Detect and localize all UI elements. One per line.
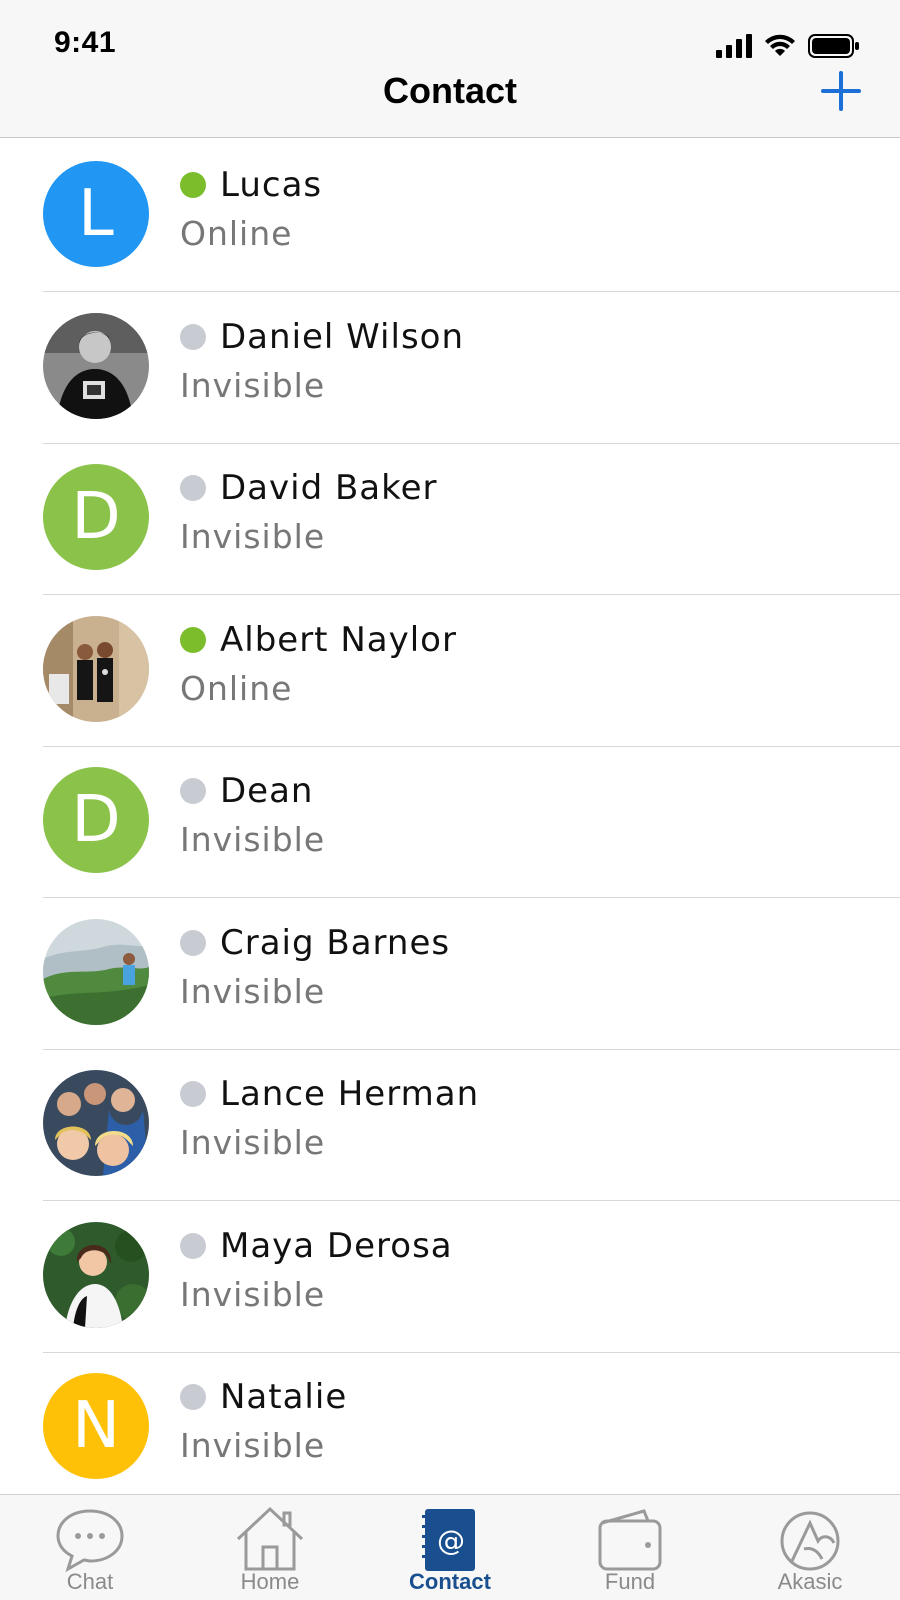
contact-book-icon: @ (422, 1509, 475, 1571)
presence-dot (180, 1232, 206, 1259)
tab-contact[interactable]: @ Contact (360, 1495, 540, 1600)
tab-chat[interactable]: Chat (0, 1495, 180, 1600)
avatar-initial: L (78, 177, 114, 251)
contact-status: Invisible (180, 820, 326, 859)
battery-icon (808, 34, 859, 58)
presence-dot (180, 626, 206, 653)
contact-row[interactable]: Daniel Wilson Invisible (0, 290, 900, 444)
contact-status: Invisible (180, 1123, 326, 1162)
svg-text:@: @ (437, 1524, 465, 1557)
navigation-bar: 9:41 Contact (0, 0, 900, 138)
avatar-photo (43, 1221, 149, 1328)
wallet-icon (598, 1509, 662, 1571)
presence-dot (180, 323, 206, 350)
status-time: 9:41 (54, 26, 117, 59)
avatar-initial: D (71, 480, 121, 554)
avatar-initial: N (72, 1389, 120, 1463)
avatar (43, 312, 149, 419)
signal-icon (716, 34, 752, 58)
page-title: Contact (383, 70, 517, 111)
contact-row[interactable]: Maya Derosa Invisible (0, 1199, 900, 1353)
presence-dot (180, 172, 206, 198)
contact-status: Invisible (180, 1426, 326, 1465)
avatar: N (43, 1373, 149, 1479)
status-icons (716, 32, 860, 60)
contact-status: Invisible (180, 517, 326, 556)
avatar: D (43, 767, 149, 873)
avatar (43, 918, 149, 1025)
presence-dot (180, 1081, 206, 1107)
akasic-logo-icon (780, 1511, 840, 1571)
tab-label: Akasic (777, 1569, 843, 1594)
avatar-photo (43, 1070, 149, 1176)
avatar-photo (43, 918, 149, 1025)
avatar (43, 1070, 149, 1176)
contact-status: Invisible (180, 971, 326, 1011)
contact-status: Invisible (180, 365, 326, 405)
contact-row[interactable]: Craig Barnes Invisible (0, 896, 900, 1050)
tab-label: Chat (66, 1569, 114, 1594)
avatar (43, 615, 149, 722)
contact-status: Online (180, 668, 293, 708)
contact-name: Natalie (220, 1377, 348, 1417)
tab-label: Contact (409, 1569, 491, 1594)
chat-bubble-icon (56, 1509, 124, 1573)
avatar (43, 1221, 149, 1328)
tab-label: Fund (604, 1569, 656, 1594)
avatar-photo (43, 312, 149, 419)
house-icon (236, 1506, 304, 1571)
contact-status: Online (180, 214, 293, 253)
tab-home[interactable]: Home (180, 1495, 360, 1600)
presence-dot (180, 929, 206, 956)
contact-row[interactable]: D Dean Invisible (0, 744, 900, 898)
contact-row[interactable]: Albert Naylor Online (0, 593, 900, 747)
contact-row[interactable]: Lance Herman Invisible (0, 1047, 900, 1201)
contact-name: Maya Derosa (220, 1225, 453, 1266)
avatar-photo (43, 615, 149, 722)
tab-label: Home (240, 1569, 300, 1594)
tab-akasic[interactable]: Akasic (720, 1495, 900, 1600)
contact-row[interactable]: D David Baker Invisible (0, 441, 900, 595)
contact-name: David Baker (220, 468, 438, 508)
wifi-icon (765, 34, 795, 56)
tab-bar: Chat Home @ Contact Fund Akasic (0, 1494, 900, 1600)
contact-name: Craig Barnes (220, 922, 451, 963)
contact-name: Lance Herman (220, 1074, 480, 1114)
contact-row[interactable]: N Natalie Invisible (0, 1350, 900, 1495)
presence-dot (180, 1384, 206, 1410)
presence-dot (180, 778, 206, 804)
presence-dot (180, 475, 206, 501)
add-contact-button[interactable] (820, 70, 862, 112)
avatar: L (43, 161, 149, 267)
contact-status: Invisible (180, 1274, 326, 1314)
contact-list[interactable]: L Lucas Online Daniel Wilson Invisible D David… (0, 138, 900, 1495)
avatar-initial: D (71, 783, 121, 857)
contact-name: Dean (220, 771, 314, 811)
contact-name: Lucas (220, 165, 323, 205)
contact-row[interactable]: L Lucas Online (0, 138, 900, 292)
contact-name: Daniel Wilson (220, 316, 465, 357)
tab-fund[interactable]: Fund (540, 1495, 720, 1600)
contact-name: Albert Naylor (220, 619, 457, 660)
avatar: D (43, 464, 149, 570)
